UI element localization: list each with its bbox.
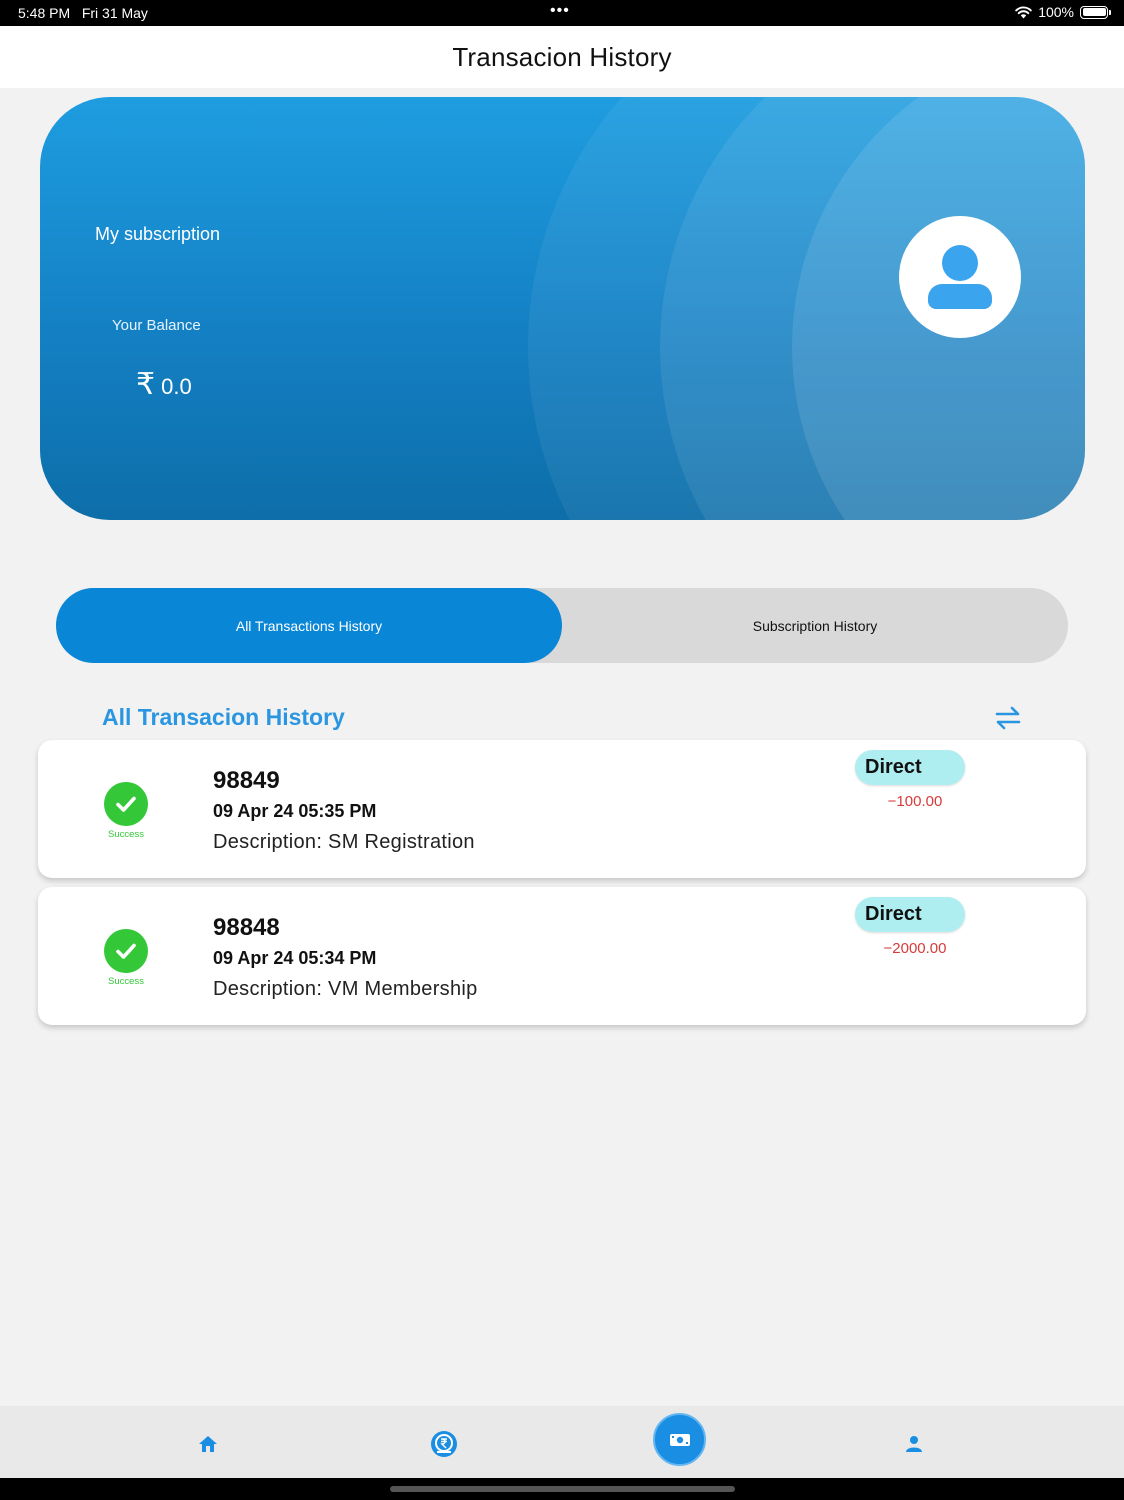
battery-icon [1080, 5, 1111, 19]
wifi-icon [1015, 6, 1032, 18]
nav-home[interactable] [190, 1426, 226, 1462]
rupee-wallet-icon [431, 1431, 457, 1457]
transaction-type-badge: Direct [855, 750, 965, 785]
battery-percent: 100% [1038, 4, 1074, 20]
nav-wallet[interactable] [426, 1426, 462, 1462]
balance-amount: ₹ 0.0 [136, 367, 192, 402]
subscription-label: My subscription [95, 224, 221, 244]
success-check-icon [104, 929, 148, 973]
transaction-amount: −2000.00 [883, 940, 947, 957]
user-icon-head [942, 245, 978, 281]
status-bar: 5:48 PM Fri 31 May ••• 100% [0, 0, 1124, 26]
status-label: Success [108, 829, 144, 840]
status-time: 5:48 PM Fri 31 May [18, 5, 148, 21]
user-icon-body [928, 284, 992, 309]
page-title: Transacion History [452, 41, 672, 72]
status-date: Fri 31 May [81, 5, 148, 21]
transaction-date: 09 Apr 24 05:34 PM [213, 948, 377, 968]
transaction-description: Description: SM Registration [213, 831, 475, 853]
page-header: Transacion History [0, 26, 1124, 88]
tab-subscription-history[interactable]: Subscription History [562, 588, 1068, 663]
balance-value: 0.0 [161, 374, 192, 399]
status-right: 100% [1015, 4, 1111, 20]
swap-arrows-icon[interactable] [994, 706, 1022, 730]
nav-profile[interactable] [896, 1426, 932, 1462]
section-title: All Transacion History [102, 704, 345, 730]
success-check-icon [104, 782, 148, 826]
transaction-type-badge: Direct [855, 897, 965, 932]
home-indicator[interactable] [390, 1486, 735, 1492]
status-label: Success [108, 976, 144, 987]
transaction-date: 09 Apr 24 05:35 PM [213, 801, 377, 821]
balance-card: My subscription Your Balance ₹ 0.0 [40, 97, 1085, 520]
transaction-card[interactable]: Success 98849 09 Apr 24 05:35 PM Descrip… [38, 740, 1086, 878]
history-tabs: All Transactions History Subscription Hi… [56, 588, 1068, 663]
tab-all-transactions[interactable]: All Transactions History [56, 588, 562, 663]
user-icon [906, 1436, 922, 1452]
avatar[interactable] [899, 216, 1021, 338]
rupee-icon: ₹ [136, 368, 156, 401]
nav-transactions[interactable] [653, 1413, 706, 1466]
transaction-description: Description: VM Membership [213, 978, 478, 1000]
transaction-amount: −100.00 [887, 793, 943, 810]
home-icon [199, 1436, 217, 1452]
multitask-dots[interactable]: ••• [550, 2, 570, 20]
transaction-card[interactable]: Success 98848 09 Apr 24 05:34 PM Descrip… [38, 887, 1086, 1025]
home-bar-area [0, 1478, 1124, 1500]
money-icon [669, 1433, 690, 1446]
transaction-id: 98848 [213, 914, 280, 941]
bottom-nav [0, 1406, 1124, 1478]
status-indicator: Success [104, 782, 148, 840]
balance-label: Your Balance [112, 317, 201, 334]
status-indicator: Success [104, 929, 148, 987]
transaction-id: 98849 [213, 767, 280, 794]
